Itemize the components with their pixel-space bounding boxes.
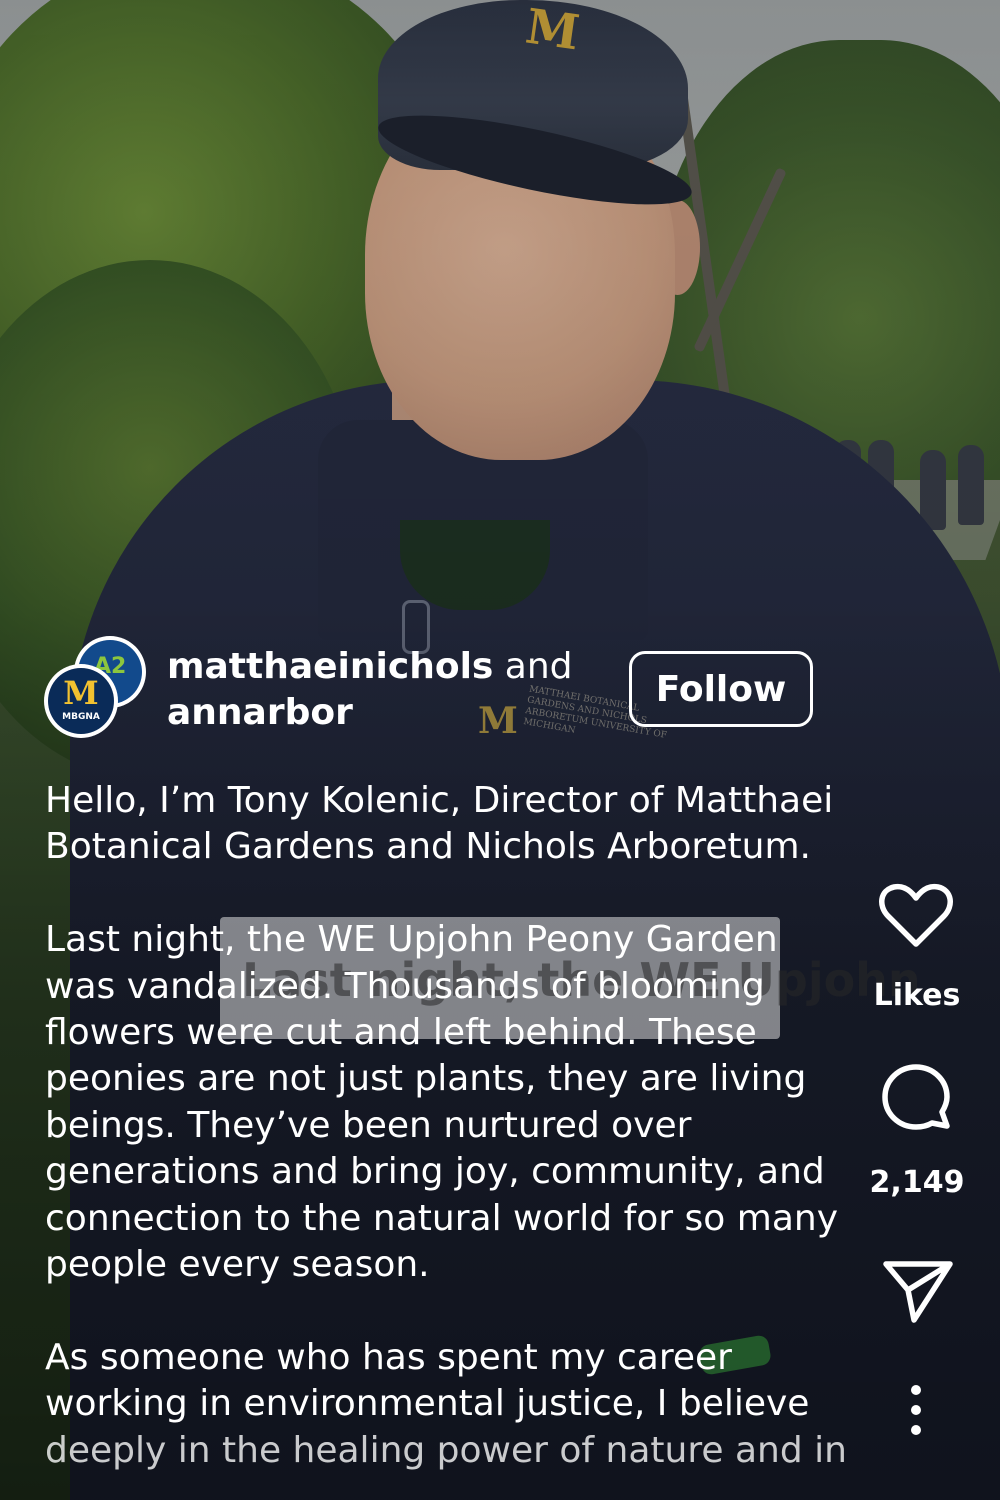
caption-line: peonies are not just plants, they are li… — [45, 1058, 807, 1100]
caption-line: was vandalized. Thousands of blooming — [45, 965, 765, 1007]
author-primary-link[interactable]: matthaeinichols — [167, 646, 493, 687]
post-authors: matthaeinichols and annarbor — [167, 644, 607, 736]
caption-line: As someone who has spent my career — [45, 1336, 732, 1378]
post-caption[interactable]: Hello, I’m Tony Kolenic, Director of Mat… — [45, 778, 847, 1474]
avatar-m-logo: M — [63, 674, 99, 712]
caption-line: connection to the natural world for so m… — [45, 1197, 839, 1239]
author-joiner: and — [493, 646, 573, 687]
send-icon[interactable] — [878, 1252, 958, 1332]
comment-count: 2,149 — [869, 1165, 965, 1200]
caption-line: Botanical Gardens and Nichols Arboretum. — [45, 826, 812, 868]
caption-line: flowers were cut and left behind. These — [45, 1012, 757, 1054]
reel-viewer: M M MATTHAEI BOTANICAL GARDENS AND NICHO… — [0, 0, 1000, 1500]
caption-line: deeply in the healing power of nature an… — [45, 1429, 847, 1471]
avatar-matthaeinichols[interactable]: M MBGNA — [44, 664, 118, 738]
comment-bubble-icon[interactable] — [876, 1061, 956, 1141]
follow-button[interactable]: Follow — [629, 651, 813, 727]
caption-line: Hello, I’m Tony Kolenic, Director of Mat… — [45, 780, 834, 821]
like-label: Likes — [873, 978, 961, 1013]
caption-line: working in environmental justice, I beli… — [45, 1383, 810, 1425]
caption-paragraph-break — [45, 871, 845, 917]
author-secondary-link[interactable]: annarbor — [167, 692, 353, 733]
caption-line: generations and bring joy, community, an… — [45, 1151, 825, 1193]
avatar-tag: MBGNA — [62, 712, 100, 722]
caption-line: people every season. — [45, 1244, 430, 1286]
caption-line: Last night, the WE Upjohn Peony Garden — [45, 919, 778, 961]
heart-icon[interactable] — [876, 876, 956, 956]
caption-line: beings. They’ve been nurtured over — [45, 1104, 692, 1146]
more-vertical-icon[interactable] — [876, 1370, 956, 1450]
caption-paragraph-break — [45, 1288, 845, 1334]
